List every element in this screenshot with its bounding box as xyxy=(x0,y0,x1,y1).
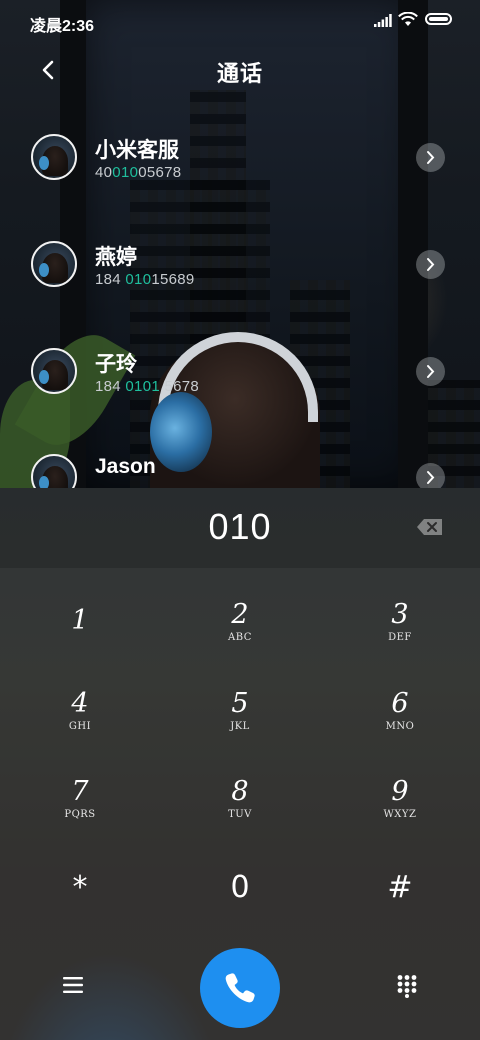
avatar xyxy=(31,454,77,488)
contact-detail-button[interactable] xyxy=(416,463,445,488)
chevron-right-icon xyxy=(427,258,435,271)
contact-name: 小米客服 xyxy=(95,139,179,162)
avatar xyxy=(31,348,77,394)
contact-name: Jason xyxy=(95,455,156,478)
key-1[interactable]: 1 xyxy=(20,606,140,676)
avatar xyxy=(31,241,77,287)
match-highlight: 010 xyxy=(112,164,139,181)
key-star[interactable]: * xyxy=(20,873,140,943)
key-hash[interactable]: # xyxy=(340,873,460,943)
phone-icon xyxy=(225,973,255,1003)
key-4[interactable]: 4 GHI xyxy=(20,689,140,759)
status-time: 凌晨2:36 xyxy=(30,18,95,35)
status-bar: 凌晨2:36 xyxy=(0,0,480,40)
key-9[interactable]: 9 WXYZ xyxy=(340,777,460,847)
menu-icon xyxy=(63,977,83,993)
key-6[interactable]: 6 MNO xyxy=(340,689,460,759)
chevron-right-icon xyxy=(427,151,435,164)
menu-button[interactable] xyxy=(62,974,84,996)
contact-detail-button[interactable] xyxy=(416,250,445,279)
contact-item[interactable]: Jason xyxy=(0,428,480,488)
page-title: 通话 xyxy=(216,61,263,86)
chevron-right-icon xyxy=(427,365,435,378)
contact-item[interactable]: 小米客服 4001005678 xyxy=(0,108,480,208)
chevron-right-icon xyxy=(427,471,435,484)
dialed-number: 010 xyxy=(208,506,272,547)
match-highlight: 0101 xyxy=(125,378,160,395)
key-2[interactable]: 2 ABC xyxy=(180,600,300,670)
contact-number: 4001005678 xyxy=(95,164,182,181)
key-0[interactable]: 0 xyxy=(180,873,300,943)
key-8[interactable]: 8 TUV xyxy=(180,777,300,847)
key-3[interactable]: 3 DEF xyxy=(340,600,460,670)
contact-number: 184 0101 5678 xyxy=(95,378,200,395)
wifi-icon xyxy=(398,12,418,26)
contact-name: 燕婷 xyxy=(95,246,137,269)
avatar xyxy=(31,134,77,180)
contact-number: 184 01015689 xyxy=(95,271,195,288)
contact-detail-button[interactable] xyxy=(416,143,445,172)
keypad-toggle-button[interactable] xyxy=(396,974,418,998)
call-button[interactable] xyxy=(200,948,280,1028)
backspace-icon xyxy=(417,519,442,535)
key-5[interactable]: 5 JKL xyxy=(180,689,300,759)
battery-icon xyxy=(425,13,452,25)
match-highlight: 010 xyxy=(125,271,152,288)
contact-item[interactable]: 燕婷 184 01015689 xyxy=(0,215,480,315)
signal-icon xyxy=(374,14,392,27)
backspace-button[interactable] xyxy=(416,518,444,536)
contact-detail-button[interactable] xyxy=(416,357,445,386)
contact-item[interactable]: 子玲 184 0101 5678 xyxy=(0,322,480,422)
key-7[interactable]: 7 PQRS xyxy=(20,777,140,847)
keypad-icon xyxy=(397,975,417,998)
contact-name: 子玲 xyxy=(95,353,137,376)
